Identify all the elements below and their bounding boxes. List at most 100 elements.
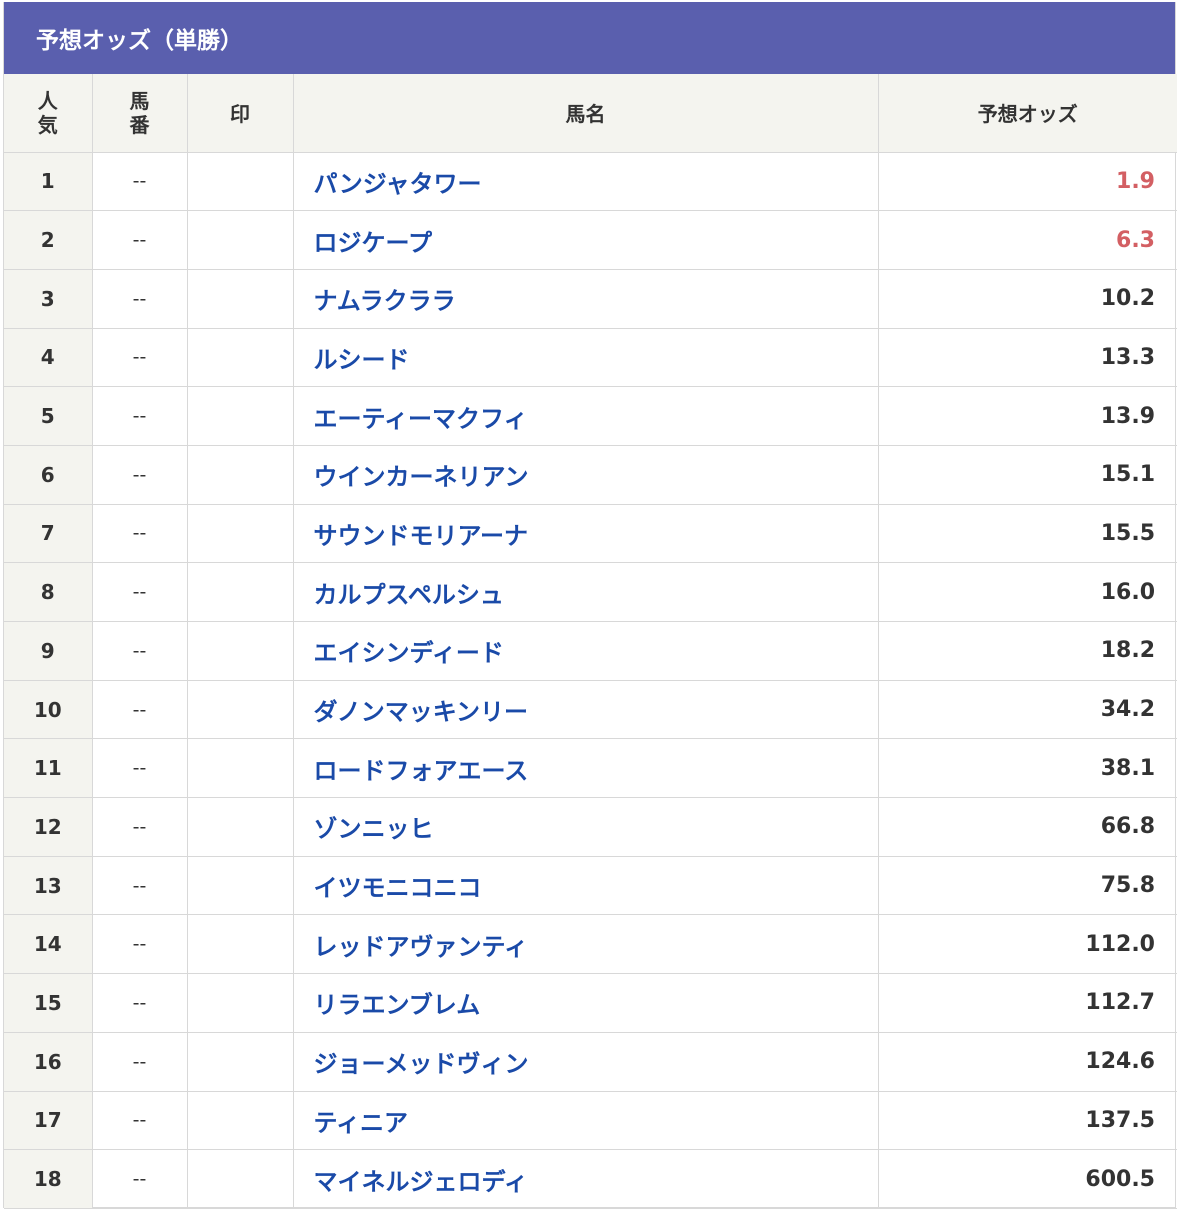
horse-name-link[interactable]: ロジケープ — [314, 229, 433, 257]
odds-value: 124.6 — [877, 1031, 1177, 1092]
table-row: 5 -- エーティーマクフィ 13.9 — [4, 386, 1177, 446]
horse-number: -- — [91, 151, 188, 212]
horse-name-cell: パンジャタワー — [292, 151, 879, 212]
horse-number: -- — [91, 738, 188, 799]
odds-value: 600.5 — [877, 1149, 1177, 1209]
popularity-rank: 10 — [4, 679, 93, 740]
odds-value: 15.5 — [877, 503, 1177, 564]
horse-name-link[interactable]: ルシード — [314, 346, 410, 374]
table-header: 人 気 馬 番 印 馬名 予想オッズ — [4, 74, 1177, 153]
horse-name-link[interactable]: ゾンニッヒ — [314, 815, 434, 843]
table-row: 7 -- サウンドモリアーナ 15.5 — [4, 503, 1177, 564]
table-row: 9 -- エイシンディード 18.2 — [4, 621, 1177, 681]
popularity-rank: 5 — [4, 386, 93, 446]
horse-name-link[interactable]: マイネルジェロディ — [314, 1168, 528, 1196]
horse-name-cell: イツモニコニコ — [292, 855, 879, 916]
horse-name-cell: レッドアヴァンティ — [292, 914, 879, 975]
odds-value: 75.8 — [877, 855, 1177, 916]
horse-number: -- — [91, 503, 188, 564]
popularity-rank: 3 — [4, 268, 93, 329]
odds-value: 13.9 — [877, 386, 1177, 446]
table-row: 13 -- イツモニコニコ 75.8 — [4, 855, 1177, 916]
popularity-rank: 11 — [4, 738, 93, 799]
popularity-rank: 17 — [4, 1090, 93, 1151]
panel-title: 予想オッズ（単勝） — [4, 2, 1175, 74]
horse-name-link[interactable]: ナムラクララ — [314, 287, 456, 315]
horse-name-link[interactable]: パンジャタワー — [314, 170, 482, 198]
prediction-mark — [186, 1090, 294, 1151]
horse-name-cell: ナムラクララ — [292, 268, 879, 329]
horse-name-cell: マイネルジェロディ — [292, 1149, 879, 1209]
horse-name-link[interactable]: ウインカーネリアン — [314, 463, 529, 491]
prediction-mark — [186, 327, 294, 388]
odds-table: 人 気 馬 番 印 馬名 予想オッズ 1 -- パンジャタワー 1.9 2 -- ロジケープ… — [4, 74, 1177, 1209]
header-horse-name: 馬名 — [292, 74, 879, 153]
odds-value: 137.5 — [877, 1090, 1177, 1151]
horse-name-link[interactable]: リラエンブレム — [314, 991, 481, 1019]
horse-name-cell: リラエンブレム — [292, 973, 879, 1033]
horse-name-link[interactable]: サウンドモリアーナ — [314, 522, 529, 550]
header-row: 人 気 馬 番 印 馬名 予想オッズ — [4, 74, 1177, 153]
prediction-mark — [186, 151, 294, 212]
horse-name-link[interactable]: ティニア — [314, 1109, 409, 1137]
prediction-mark — [186, 386, 294, 446]
horse-name-cell: サウンドモリアーナ — [292, 503, 879, 564]
popularity-rank: 6 — [4, 444, 93, 505]
odds-value: 18.2 — [877, 621, 1177, 681]
prediction-mark — [186, 914, 294, 975]
horse-number: -- — [91, 327, 188, 388]
prediction-mark — [186, 268, 294, 329]
horse-name-link[interactable]: カルプスペルシュ — [314, 581, 504, 609]
horse-number: -- — [91, 268, 188, 329]
horse-number: -- — [91, 621, 188, 681]
table-row: 11 -- ロードフォアエース 38.1 — [4, 738, 1177, 799]
prediction-mark — [186, 444, 294, 505]
prediction-mark — [186, 797, 294, 857]
odds-value: 34.2 — [877, 679, 1177, 740]
table-row: 2 -- ロジケープ 6.3 — [4, 210, 1177, 270]
table-row: 4 -- ルシード 13.3 — [4, 327, 1177, 388]
horse-name-link[interactable]: レッドアヴァンティ — [314, 933, 529, 961]
horse-number: -- — [91, 914, 188, 975]
horse-name-cell: カルプスペルシュ — [292, 562, 879, 622]
horse-number: -- — [91, 1090, 188, 1151]
horse-name-cell: ティニア — [292, 1090, 879, 1151]
odds-panel: 予想オッズ（単勝） 人 気 馬 番 印 馬名 予想オッズ 1 -- パンジャタワ… — [3, 2, 1177, 1209]
odds-value: 112.0 — [877, 914, 1177, 975]
header-mark: 印 — [186, 74, 294, 153]
horse-number: -- — [91, 1149, 188, 1209]
prediction-mark — [186, 1149, 294, 1209]
odds-value: 1.9 — [877, 151, 1177, 212]
horse-number: -- — [91, 386, 188, 446]
horse-name-link[interactable]: エイシンディード — [314, 639, 504, 667]
horse-name-link[interactable]: ダノンマッキンリー — [314, 698, 529, 726]
horse-number: -- — [91, 797, 188, 857]
prediction-mark — [186, 973, 294, 1033]
popularity-rank: 8 — [4, 562, 93, 622]
table-row: 17 -- ティニア 137.5 — [4, 1090, 1177, 1151]
table-row: 16 -- ジョーメッドヴィン 124.6 — [4, 1031, 1177, 1092]
horse-number: -- — [91, 973, 188, 1033]
horse-number: -- — [91, 679, 188, 740]
table-body: 1 -- パンジャタワー 1.9 2 -- ロジケープ 6.3 3 -- ナムラクララ 10.2 4 --… — [4, 151, 1177, 1209]
popularity-rank: 4 — [4, 327, 93, 388]
popularity-rank: 1 — [4, 151, 93, 212]
horse-name-cell: ロードフォアエース — [292, 738, 879, 799]
horse-name-link[interactable]: エーティーマクフィ — [314, 405, 528, 433]
odds-value: 16.0 — [877, 562, 1177, 622]
prediction-mark — [186, 562, 294, 622]
horse-name-cell: ルシード — [292, 327, 879, 388]
odds-value: 66.8 — [877, 797, 1177, 857]
horse-name-link[interactable]: ジョーメッドヴィン — [314, 1050, 529, 1078]
table-row: 15 -- リラエンブレム 112.7 — [4, 973, 1177, 1033]
table-row: 18 -- マイネルジェロディ 600.5 — [4, 1149, 1177, 1209]
horse-name-link[interactable]: ロードフォアエース — [314, 757, 529, 785]
horse-name-link[interactable]: イツモニコニコ — [314, 874, 482, 902]
horse-name-cell: エイシンディード — [292, 621, 879, 681]
horse-name-cell: ロジケープ — [292, 210, 879, 270]
horse-name-cell: エーティーマクフィ — [292, 386, 879, 446]
table-row: 10 -- ダノンマッキンリー 34.2 — [4, 679, 1177, 740]
prediction-mark — [186, 738, 294, 799]
prediction-mark — [186, 210, 294, 270]
popularity-rank: 18 — [4, 1149, 93, 1209]
